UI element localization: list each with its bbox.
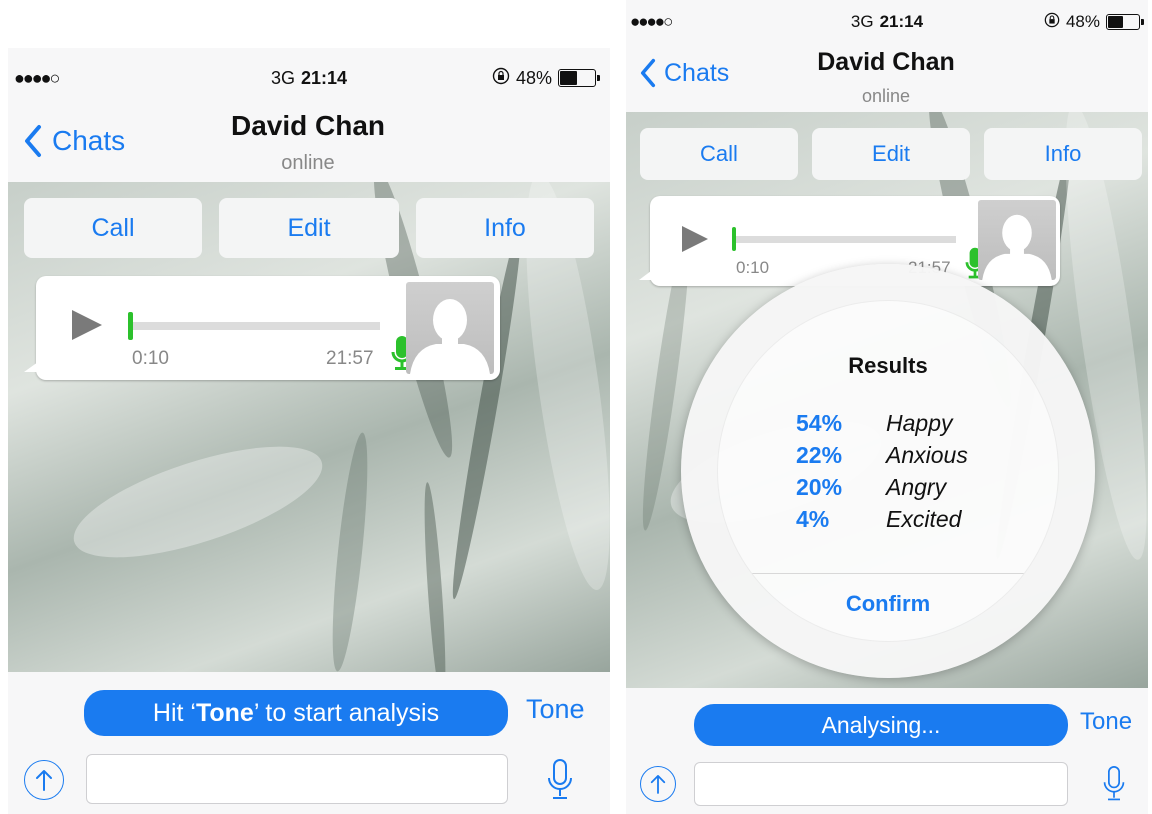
back-label: Chats	[52, 125, 126, 156]
message-input[interactable]	[694, 762, 1068, 806]
results-divider	[718, 573, 1058, 574]
result-emotion: Anxious	[886, 442, 968, 468]
upload-button[interactable]	[24, 760, 64, 800]
contact-status: online	[281, 152, 335, 174]
play-icon[interactable]	[72, 310, 102, 340]
back-label: Chats	[664, 58, 730, 87]
result-percent: 4%	[796, 506, 830, 532]
battery-icon	[1106, 14, 1144, 30]
audio-progress-track[interactable]	[130, 322, 380, 330]
info-button[interactable]: Info	[416, 198, 594, 258]
back-to-chats-button[interactable]: Chats	[22, 124, 125, 158]
confirm-button[interactable]: Confirm	[718, 591, 1058, 617]
info-button[interactable]: Info	[984, 128, 1142, 180]
microphone-icon[interactable]	[1102, 764, 1126, 804]
play-icon[interactable]	[682, 226, 708, 252]
result-row-happy: 54% Happy	[796, 407, 952, 439]
back-to-chats-button[interactable]: Chats	[638, 58, 729, 88]
status-time: 21:14	[879, 12, 924, 31]
audio-progress-thumb[interactable]	[128, 312, 133, 340]
tone-button[interactable]: Tone	[1080, 708, 1132, 736]
result-row-angry: 20% Angry	[796, 471, 946, 503]
result-row-anxious: 22% Anxious	[796, 439, 968, 471]
status-bar: ●●●●○ 3G 21:14 48%	[8, 48, 610, 108]
analysing-banner: Analysing...	[694, 704, 1068, 746]
tone-button[interactable]: Tone	[526, 694, 585, 725]
person-silhouette-icon	[410, 299, 490, 374]
orientation-lock-icon	[1044, 12, 1060, 33]
battery-icon	[558, 69, 600, 87]
result-emotion: Happy	[886, 410, 953, 436]
audio-progress-track[interactable]	[734, 236, 956, 243]
orientation-lock-icon	[492, 67, 510, 90]
result-emotion: Excited	[886, 506, 962, 532]
avatar	[978, 200, 1056, 280]
result-percent: 22%	[796, 442, 843, 468]
results-title: Results	[848, 353, 928, 378]
call-button[interactable]: Call	[24, 198, 202, 258]
network-type: 3G	[850, 12, 874, 31]
battery-percent: 48%	[1065, 12, 1100, 31]
avatar	[406, 282, 494, 374]
composer-area: Analysing... Tone	[626, 688, 1148, 814]
upload-button[interactable]	[640, 766, 676, 802]
composer-area: Hit ‘Tone’ to start analysis Tone	[8, 672, 610, 814]
result-percent: 54%	[796, 410, 843, 436]
voice-duration: 0:10	[132, 348, 169, 369]
call-button[interactable]: Call	[640, 128, 798, 180]
edit-button[interactable]: Edit	[812, 128, 970, 180]
message-input[interactable]	[86, 754, 508, 804]
battery-percent: 48%	[515, 67, 552, 88]
result-emotion: Angry	[886, 474, 947, 500]
edit-button[interactable]: Edit	[219, 198, 399, 258]
voice-message-bubble: 0:10 21:57	[24, 276, 500, 380]
contact-name: David Chan	[230, 110, 386, 141]
microphone-icon[interactable]	[546, 758, 574, 802]
arrow-up-icon	[650, 775, 666, 794]
results-dialog: Results 54% Happy 22% Anxious 20% Angry …	[681, 264, 1095, 678]
chevron-left-icon	[640, 58, 656, 88]
status-bar: ●●●●○ 3G 21:14 48%	[626, 0, 1148, 44]
audio-progress-thumb[interactable]	[732, 227, 736, 251]
contact-status: online	[861, 86, 911, 106]
contact-name: David Chan	[817, 48, 955, 76]
chevron-left-icon	[25, 125, 41, 157]
tone-hint-banner: Hit ‘Tone’ to start analysis	[84, 690, 508, 736]
voice-duration: 0:10	[736, 258, 770, 277]
screen-before-analysis: ●●●●○ 3G 21:14 48% Chats David Chan onlin…	[8, 48, 610, 814]
arrow-up-icon	[36, 770, 52, 791]
result-row-excited: 4% Excited	[796, 503, 961, 535]
network-type: 3G	[270, 67, 295, 88]
person-silhouette-icon	[982, 214, 1052, 280]
screen-analysis-results: ●●●●○ 3G 21:14 48% Chats David Chan onlin…	[626, 0, 1148, 814]
message-time: 21:57	[326, 348, 374, 369]
status-time: 21:14	[300, 67, 348, 88]
result-percent: 20%	[796, 474, 843, 500]
